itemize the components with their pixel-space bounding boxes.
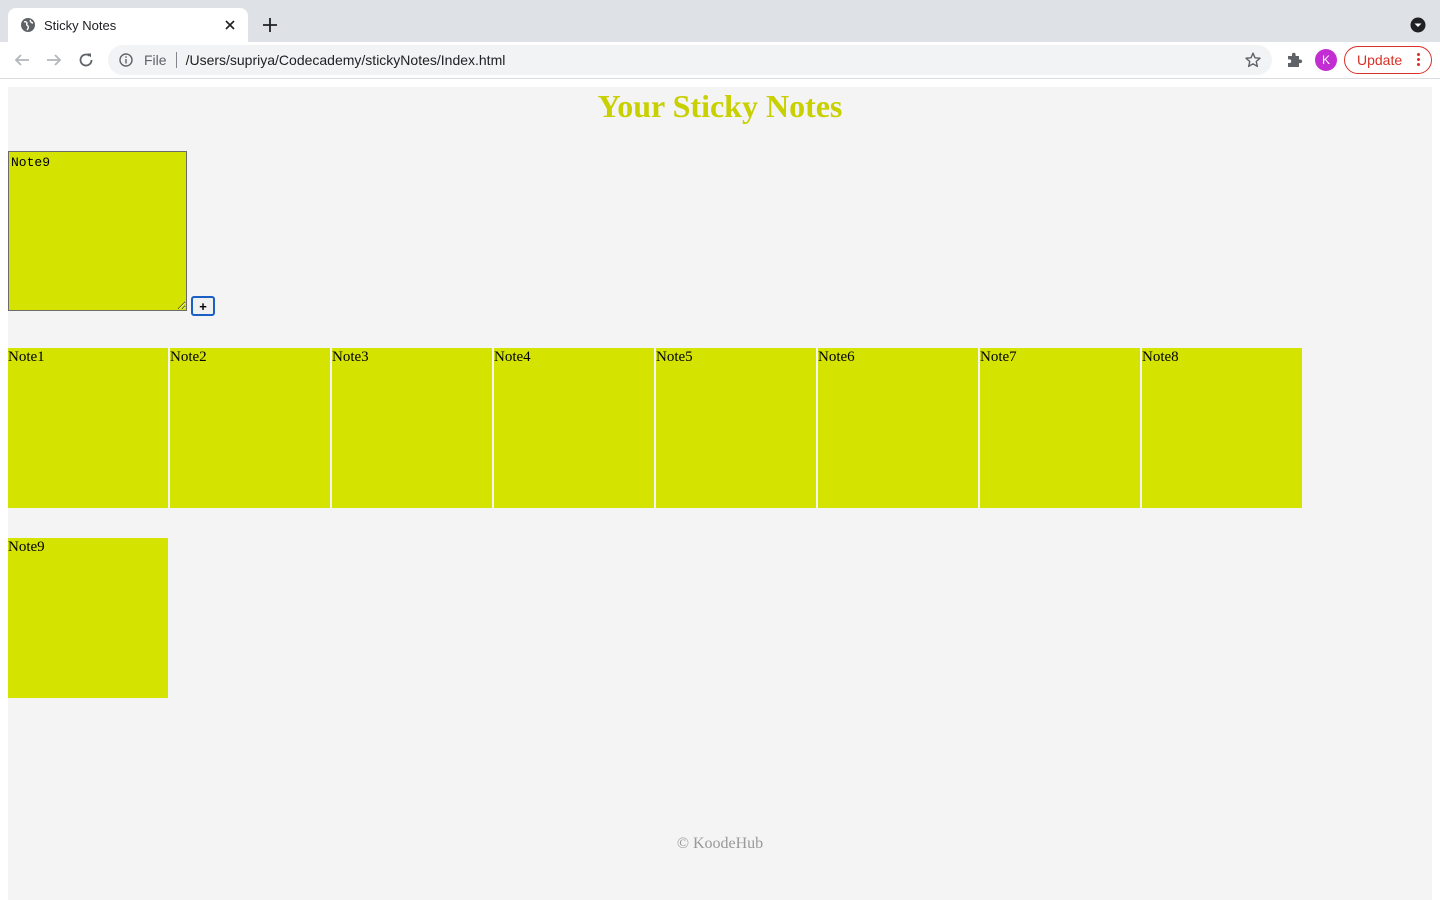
browser-tab[interactable]: Sticky Notes [8,8,248,42]
notes-grid: Note1 Note2 Note3 Note4 Note5 Note6 Note… [8,348,1432,698]
chevron-down-icon [1410,17,1426,33]
sticky-note[interactable]: Note5 [656,348,816,508]
reload-icon [79,53,93,67]
sticky-note[interactable]: Note9 [8,538,168,698]
new-tab-button[interactable] [258,13,282,37]
scheme-label: File [144,52,167,68]
footer-copyright: © KoodeHub [676,835,764,852]
plus-icon [263,18,277,32]
browser-tab-strip: Sticky Notes [0,0,1440,42]
back-button[interactable] [10,48,34,72]
arrow-right-icon [47,54,62,66]
update-button[interactable]: Update [1344,46,1432,74]
sticky-note[interactable]: Note2 [170,348,330,508]
info-icon[interactable] [118,52,134,68]
extensions-puzzle-icon[interactable] [1284,50,1304,70]
browser-toolbar: File /Users/supriya/Codecademy/stickyNot… [0,42,1440,79]
address-bar[interactable]: File /Users/supriya/Codecademy/stickyNot… [108,45,1272,75]
tab-search-button[interactable] [1408,15,1428,35]
update-label: Update [1357,52,1403,68]
sticky-note[interactable]: Note3 [332,348,492,508]
tab-title: Sticky Notes [44,17,117,33]
close-tab-icon[interactable] [222,17,238,33]
forward-button[interactable] [42,48,66,72]
sticky-note[interactable]: Note8 [1142,348,1302,508]
arrow-left-icon [14,54,29,66]
divider [175,52,177,68]
page-body: Your Sticky Notes + Note1 Note2 Note3 No… [8,87,1432,900]
add-note-button[interactable]: + [191,296,215,316]
globe-icon [20,17,36,33]
reload-button[interactable] [74,48,98,72]
sticky-note[interactable]: Note4 [494,348,654,508]
sticky-note[interactable]: Note7 [980,348,1140,508]
note-text-input[interactable] [8,151,187,311]
profile-avatar[interactable]: K [1315,49,1337,71]
more-menu-icon[interactable] [1417,53,1421,69]
sticky-note[interactable]: Note6 [818,348,978,508]
url-text[interactable]: /Users/supriya/Codecademy/stickyNotes/In… [186,52,1244,68]
bookmark-star-icon[interactable] [1244,51,1262,69]
sticky-note[interactable]: Note1 [8,348,168,508]
page-title: Your Sticky Notes [597,88,843,124]
